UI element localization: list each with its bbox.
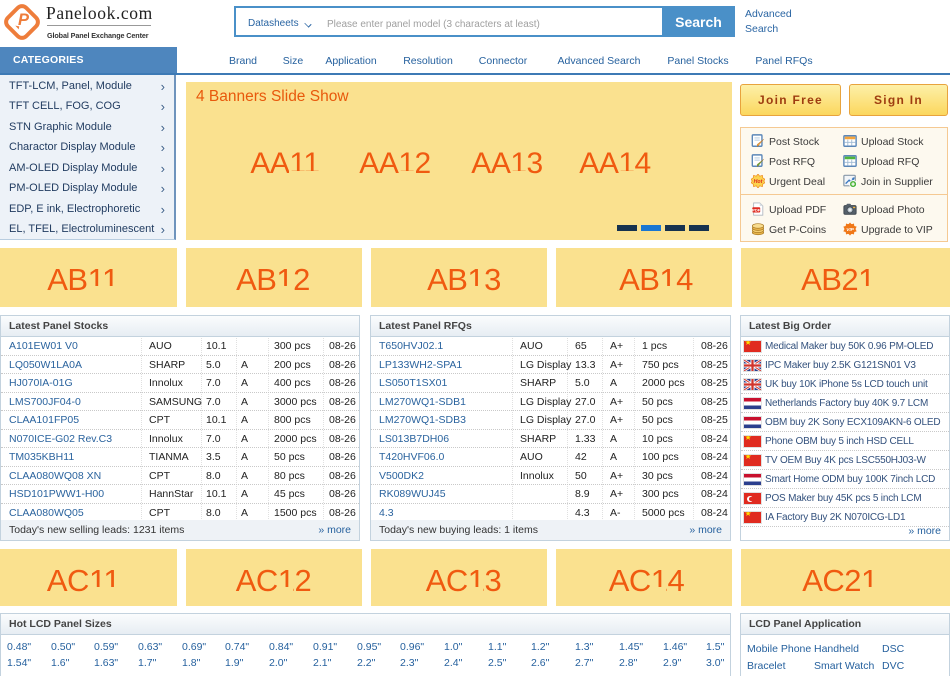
svg-text:PDF: PDF xyxy=(752,207,761,212)
svg-text:VIP: VIP xyxy=(846,227,854,233)
svg-text:Hot: Hot xyxy=(754,179,763,185)
